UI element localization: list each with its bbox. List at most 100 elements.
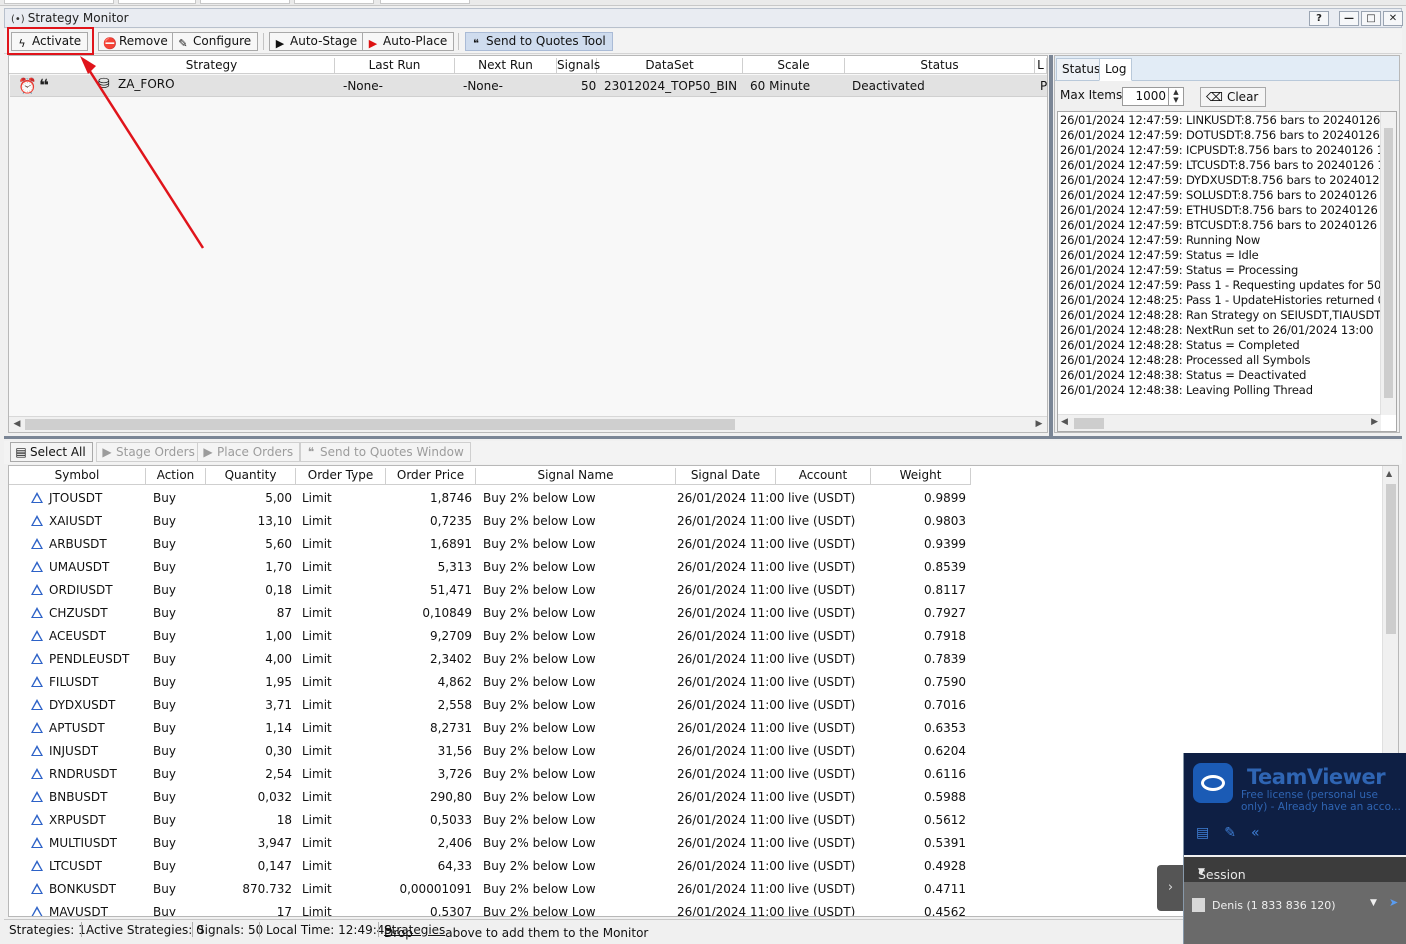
strategy-row[interactable]: ⏰ ❝ ⛁ ZA_FORO -None- -None- 50 23012024_… (10, 75, 1047, 97)
help-button[interactable]: ? (1309, 11, 1329, 26)
column-header-order-type[interactable]: Order Type (296, 468, 386, 485)
file-transfer-icon[interactable]: ▤ (1196, 825, 1209, 841)
max-items-input[interactable]: 1000 ▲ ▼ (1122, 87, 1184, 106)
column-header-signal-name[interactable]: Signal Name (476, 468, 676, 485)
scrollbar-thumb[interactable] (1384, 128, 1393, 398)
minimize-button[interactable]: — (1339, 11, 1359, 26)
close-button[interactable]: ✕ (1383, 11, 1403, 26)
place-orders-button[interactable]: ▶ Place Orders (197, 442, 301, 462)
order-account: live (USDT) (788, 767, 856, 781)
spinner-arrows-icon[interactable]: ▲ ▼ (1168, 88, 1183, 105)
column-header-next-run[interactable]: Next Run (455, 58, 557, 74)
order-row[interactable]: PENDLEUSDT Buy 4,00 Limit 2,3402 Buy 2% below… (9, 646, 971, 669)
order-row[interactable]: ARBUSDT Buy 5,60 Limit 1,6891 Buy 2% below Lo… (9, 531, 971, 554)
remove-button[interactable]: ⛔ Remove (98, 32, 175, 51)
select-all-button[interactable]: ▤ Select All (10, 442, 93, 462)
order-row[interactable]: XRPUSDT Buy 18 Limit 0,5033 Buy 2% below Low 2… (9, 807, 971, 830)
collapse-icon[interactable]: « (1251, 825, 1260, 841)
log-list[interactable]: 26/01/2024 12:47:59: LINKUSDT:8.756 bars… (1057, 111, 1397, 432)
configure-button[interactable]: ✎ Configure (172, 32, 259, 51)
scroll-up-arrow-icon[interactable]: ▲ (1386, 469, 1392, 478)
order-row[interactable]: INJUSDT Buy 0,30 Limit 31,56 Buy 2% below Low… (9, 738, 971, 761)
order-row[interactable]: LTCUSDT Buy 0,147 Limit 64,33 Buy 2% below Lo… (9, 853, 971, 876)
scroll-right-arrow-icon[interactable]: ▶ (1032, 417, 1046, 432)
order-price: 1,8746 (430, 491, 472, 505)
order-row[interactable]: BONKUSDT Buy 870.732 Limit 0,00001091 Buy 2% … (9, 876, 971, 899)
stage-orders-button[interactable]: ▶ Stage Orders (96, 442, 202, 462)
order-row[interactable]: DYDXUSDT Buy 3,71 Limit 2,558 Buy 2% below Lo… (9, 692, 971, 715)
background-tab[interactable] (118, 0, 196, 4)
column-header-last-run[interactable]: Last Run (335, 58, 455, 74)
order-action: Buy (153, 537, 176, 551)
quote-icon[interactable]: ❝ (39, 76, 49, 96)
order-weight: 0.9899 (924, 491, 966, 505)
column-header-signal-date[interactable]: Signal Date (676, 468, 776, 485)
order-row[interactable]: RNDRUSDT Buy 2,54 Limit 3,726 Buy 2% below Lo… (9, 761, 971, 784)
column-header-dataset[interactable]: DataSet (597, 58, 743, 74)
send-to-quotes-tool-button[interactable]: ❝ Send to Quotes Tool (465, 32, 613, 51)
column-header-status[interactable]: Status (845, 58, 1035, 74)
scrollbar-thumb[interactable] (1386, 484, 1396, 634)
order-signal-date: 26/01/2024 11:00 (677, 583, 785, 597)
scroll-right-arrow-icon[interactable]: ▶ (1371, 417, 1378, 427)
log-horizontal-scrollbar[interactable]: ◀ ▶ (1058, 414, 1381, 431)
auto-place-button[interactable]: ▶ Auto-Place (362, 32, 455, 51)
send-to-quotes-window-button[interactable]: ❝ Send to Quotes Window (300, 442, 471, 462)
order-quantity: 1,95 (265, 675, 292, 689)
order-row[interactable]: JTOUSDT Buy 5,00 Limit 1,8746 Buy 2% below Lo… (9, 485, 971, 508)
order-signal-name: Buy 2% below Low (483, 560, 596, 574)
background-tab[interactable] (4, 0, 114, 4)
order-row[interactable]: FILUSDT Buy 1,95 Limit 4,862 Buy 2% below Low… (9, 669, 971, 692)
order-signal-date: 26/01/2024 11:00 (677, 606, 785, 620)
horizontal-splitter[interactable] (4, 436, 1402, 439)
scrollbar-thumb[interactable] (25, 419, 735, 430)
column-header-symbol[interactable]: Symbol (9, 468, 146, 485)
column-header-strategy[interactable]: Strategy (89, 58, 335, 74)
chevron-down-icon[interactable]: ▼ (1370, 898, 1377, 908)
order-row[interactable]: APTUSDT Buy 1,14 Limit 8,2731 Buy 2% below Lo… (9, 715, 971, 738)
maximize-button[interactable]: □ (1361, 11, 1381, 26)
order-status-triangle-icon (31, 722, 43, 733)
session-list-header[interactable]: ▼Session list (1184, 857, 1406, 897)
session-user-row[interactable]: Denis (1 833 836 120) ▼ ➤ (1184, 882, 1406, 944)
column-header-action[interactable]: Action (146, 468, 206, 485)
background-tab[interactable] (200, 0, 290, 4)
vertical-splitter[interactable] (1049, 55, 1053, 436)
order-row[interactable]: ACEUSDT Buy 1,00 Limit 9,2709 Buy 2% below Lo… (9, 623, 971, 646)
column-header-extra[interactable]: L (1035, 58, 1047, 74)
order-row[interactable]: XAIUSDT Buy 13,10 Limit 0,7235 Buy 2% below L… (9, 508, 971, 531)
auto-stage-button[interactable]: ▶ Auto-Stage (269, 32, 365, 51)
order-status-triangle-icon (31, 584, 43, 595)
column-header-account[interactable]: Account (776, 468, 871, 485)
strategy-horizontal-scrollbar[interactable]: ◀ ▶ (9, 416, 1047, 432)
order-account: live (USDT) (788, 560, 856, 574)
scroll-left-arrow-icon[interactable]: ◀ (1061, 417, 1068, 427)
column-header-order-price[interactable]: Order Price (386, 468, 476, 485)
scrollbar-thumb[interactable] (1074, 418, 1104, 429)
teamviewer-expand-tab[interactable]: › (1157, 865, 1184, 911)
play-red-icon: ▶ (368, 37, 378, 50)
order-row[interactable]: UMAUSDT Buy 1,70 Limit 5,313 Buy 2% below Low… (9, 554, 971, 577)
background-tab[interactable] (380, 0, 470, 4)
order-row[interactable]: BNBUSDT Buy 0,032 Limit 290,80 Buy 2% below L… (9, 784, 971, 807)
column-header-weight[interactable]: Weight (871, 468, 971, 485)
remove-icon: ⛔ (103, 37, 117, 50)
column-header-quantity[interactable]: Quantity (206, 468, 296, 485)
column-header-signals[interactable]: Signals (557, 58, 600, 74)
tools-icon[interactable]: ✎ (1224, 825, 1236, 841)
order-row[interactable]: MAVUSDT Buy 17 Limit 0,5307 Buy 2% below Low 2… (9, 899, 971, 916)
order-row[interactable]: MULTIUSDT Buy 3,947 Limit 2,406 Buy 2% below … (9, 830, 971, 853)
order-row[interactable]: CHZUSDT Buy 87 Limit 0,10849 Buy 2% below Low… (9, 600, 971, 623)
toolbar-divider (263, 33, 264, 50)
order-symbol: BNBUSDT (49, 790, 108, 804)
column-header-scale[interactable]: Scale (743, 58, 845, 74)
order-type: Limit (302, 721, 332, 735)
alarm-clock-icon[interactable]: ⏰ (18, 77, 37, 95)
log-vertical-scrollbar[interactable] (1380, 112, 1396, 415)
order-row[interactable]: ORDIUSDT Buy 0,18 Limit 51,471 Buy 2% below L… (9, 577, 971, 600)
scroll-left-arrow-icon[interactable]: ◀ (10, 417, 24, 432)
tab-log[interactable]: Log (1099, 58, 1133, 81)
background-tab[interactable] (294, 0, 374, 4)
order-action: Buy (153, 859, 176, 873)
clear-log-button[interactable]: ⌫ Clear (1200, 87, 1267, 107)
